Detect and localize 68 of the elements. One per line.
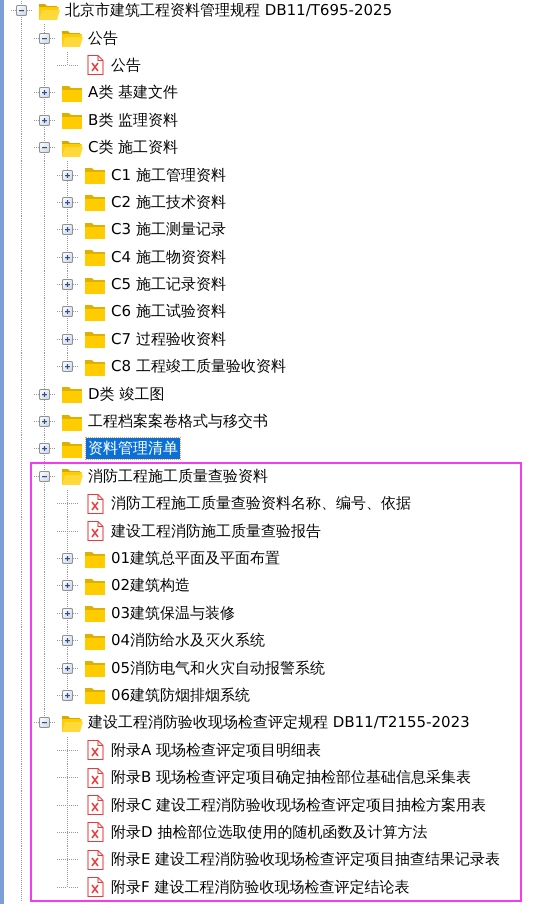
folder-icon [84,247,106,268]
expand-icon[interactable] [62,170,73,181]
tree-item[interactable]: 06建筑防烟排烟系统 [109,684,252,706]
tree-item[interactable]: A类 基建文件 [86,82,180,104]
tree-item[interactable]: 附录D 抽检部位选取使用的随机函数及计算方法 [109,822,430,843]
expand-icon[interactable] [39,443,50,454]
tree-item[interactable]: 公告 [109,54,143,76]
folder-icon [84,329,106,350]
folder-icon [84,165,106,186]
expand-icon[interactable] [62,662,73,674]
tree-item[interactable]: 附录E 建设工程消防验收现场检查评定项目抽查结果记录表 [109,849,502,870]
expand-icon[interactable] [62,608,73,619]
expand-icon[interactable] [39,87,50,98]
tree-item[interactable]: 建设工程消防施工质量查验报告 [109,520,323,542]
expand-icon[interactable] [39,388,50,400]
folder-icon [84,658,106,678]
tree-item[interactable]: 消防工程施工质量查验资料名称、编号、依据 [109,493,413,514]
expand-icon[interactable] [39,416,50,428]
collapse-icon[interactable] [16,5,27,16]
expand-icon[interactable] [62,252,73,263]
collapse-icon[interactable] [39,470,50,482]
folder-icon [84,685,106,706]
folder-icon [84,603,106,624]
tree-item[interactable]: C3 施工测量记录 [109,219,228,240]
tree-item[interactable]: 02建筑构造 [109,575,192,596]
tree-item[interactable]: 附录C 建设工程消防验收现场检查评定项目抽检方案用表 [109,794,488,816]
folder-icon [61,110,83,130]
tree-item[interactable]: D类 竣工图 [86,384,166,405]
tree-item[interactable]: 资料管理清单 [86,438,180,460]
tree-item[interactable]: 消防工程施工质量查验资料 [86,466,270,487]
open-folder-icon [61,28,83,48]
expand-icon[interactable] [62,334,73,345]
expand-icon[interactable] [62,635,73,646]
tree-item[interactable]: C8 工程竣工质量验收资料 [109,356,288,378]
tree-item[interactable]: B类 监理资料 [86,110,180,131]
tree-item[interactable]: C5 施工记录资料 [109,274,228,296]
expand-icon[interactable] [62,196,73,208]
tree-item[interactable]: 工程档案案卷格式与移交书 [86,411,270,432]
tree-item[interactable]: 03建筑保温与装修 [109,602,238,624]
expand-icon[interactable] [62,690,73,701]
expand-icon[interactable] [62,306,73,318]
tree-item[interactable]: C类 施工资料 [86,137,180,158]
expand-icon[interactable] [62,580,73,592]
expand-icon[interactable] [62,553,73,564]
expand-icon[interactable] [62,361,73,372]
tree-item[interactable]: 公告 [86,28,120,49]
tree-item[interactable]: C7 过程验收资料 [109,328,228,350]
expand-icon[interactable] [62,224,73,236]
folder-icon [84,192,106,212]
tree-item[interactable]: 附录F 建设工程消防验收现场检查评定结论表 [109,876,412,898]
expand-icon[interactable] [39,114,50,126]
tree-item[interactable]: C4 施工物资资料 [109,246,228,268]
collapse-icon[interactable] [39,32,50,44]
tree-item[interactable]: 05消防电气和火灾自动报警系统 [109,658,328,679]
expand-icon[interactable] [62,279,73,290]
tree-item[interactable]: 北京市建筑工程资料管理规程 DB11/T695-2025 [63,0,394,22]
tree-item[interactable]: 04消防给水及灭火系统 [109,630,268,652]
tree-item[interactable]: C2 施工技术资料 [109,192,228,213]
open-folder-icon [61,466,83,486]
tree-item[interactable]: C6 施工试验资料 [109,301,228,322]
collapse-icon[interactable] [39,142,50,154]
tree-item[interactable]: 附录B 现场检查评定项目确定抽检部位基础信息采集表 [109,767,474,788]
collapse-icon[interactable] [39,717,50,728]
folder-icon [61,384,83,404]
tree-item[interactable]: 建设工程消防验收现场检查评定规程 DB11/T2155-2023 [86,712,472,734]
tree-item[interactable]: 01建筑总平面及平面布置 [109,548,282,569]
tree-item[interactable]: C1 施工管理资料 [109,164,228,186]
tree-item[interactable]: 附录A 现场检查评定项目明细表 [109,740,324,761]
